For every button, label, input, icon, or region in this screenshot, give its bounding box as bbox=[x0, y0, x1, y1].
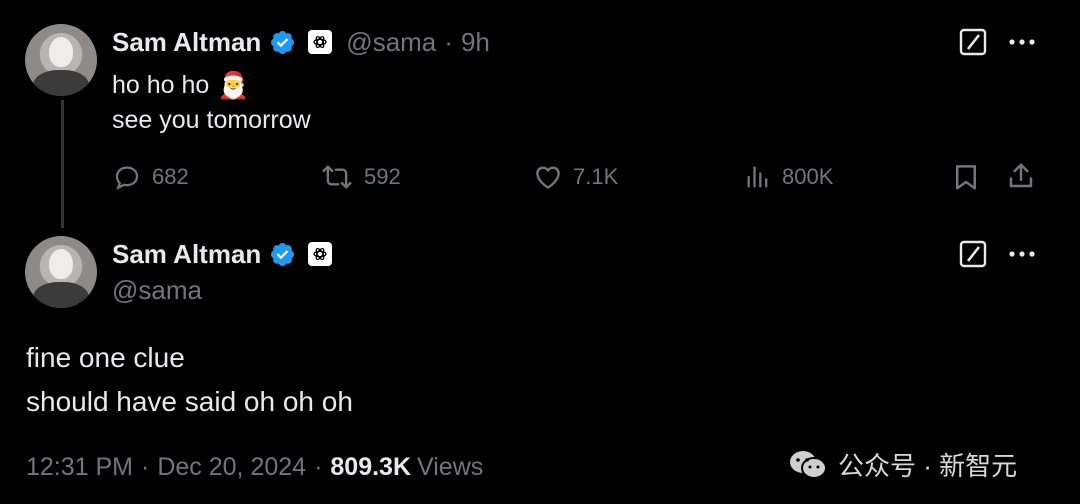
bookmark-icon[interactable] bbox=[951, 162, 981, 192]
avatar[interactable] bbox=[25, 236, 97, 308]
reply-button[interactable]: 682 bbox=[112, 162, 189, 192]
avatar[interactable] bbox=[25, 24, 97, 96]
thread-connector-line bbox=[61, 100, 64, 228]
more-icon[interactable] bbox=[1007, 30, 1037, 54]
repost-count: 592 bbox=[364, 164, 401, 189]
like-button[interactable]: 7.1K bbox=[533, 162, 618, 192]
grok-icon[interactable] bbox=[958, 27, 988, 57]
views-button[interactable]: 800K bbox=[744, 162, 833, 192]
reply-count: 682 bbox=[152, 164, 189, 189]
tweet-text: ho ho ho bbox=[112, 71, 210, 99]
tweet1-text-line2: see you tomorrow bbox=[112, 106, 311, 134]
tweet2-text-line2: should have said oh oh oh bbox=[26, 386, 353, 417]
more-icon[interactable] bbox=[1007, 242, 1037, 266]
author-handle[interactable]: @sama bbox=[346, 27, 436, 58]
repost-icon bbox=[322, 165, 352, 189]
separator-dot: · bbox=[444, 26, 453, 57]
openai-affiliate-icon[interactable] bbox=[308, 242, 333, 266]
verified-icon bbox=[271, 242, 295, 266]
wechat-watermark: 公众号 · 新智元 bbox=[788, 446, 1017, 483]
meta-dot: · bbox=[141, 453, 150, 481]
verified-icon bbox=[271, 30, 295, 54]
watermark-text: 公众号 · 新智元 bbox=[838, 451, 1018, 481]
tweet2-header: Sam Altman bbox=[112, 238, 333, 270]
post-time[interactable]: 12:31 PM bbox=[26, 453, 133, 482]
views-icon bbox=[747, 166, 768, 188]
share-icon[interactable] bbox=[1006, 161, 1036, 191]
reply-icon bbox=[115, 166, 139, 190]
like-icon bbox=[536, 166, 560, 189]
grok-icon[interactable] bbox=[958, 239, 988, 269]
tweet2-text-line1: fine one clue bbox=[26, 342, 185, 373]
view-count: 800K bbox=[782, 164, 834, 189]
wechat-icon bbox=[790, 450, 827, 479]
tweet1-text-line1: ho ho ho 🎅 bbox=[112, 68, 250, 102]
views-label: Views bbox=[417, 453, 484, 481]
santa-emoji: 🎅 bbox=[217, 70, 250, 100]
meta-dot: · bbox=[314, 453, 323, 481]
openai-affiliate-icon[interactable] bbox=[308, 30, 333, 54]
tweet-meta: 12:31 PM · Dec 20, 2024 · 809.3K Views bbox=[26, 453, 483, 482]
like-count: 7.1K bbox=[573, 164, 619, 189]
timestamp[interactable]: 9h bbox=[461, 27, 490, 58]
tweet1-header: Sam Altman @sama · 9h bbox=[112, 26, 490, 58]
post-date[interactable]: Dec 20, 2024 bbox=[157, 453, 306, 482]
author-name[interactable]: Sam Altman bbox=[112, 27, 261, 58]
views-count[interactable]: 809.3K bbox=[330, 453, 411, 482]
author-handle[interactable]: @sama bbox=[112, 275, 202, 306]
repost-button[interactable]: 592 bbox=[320, 162, 401, 192]
author-name[interactable]: Sam Altman bbox=[112, 239, 261, 270]
